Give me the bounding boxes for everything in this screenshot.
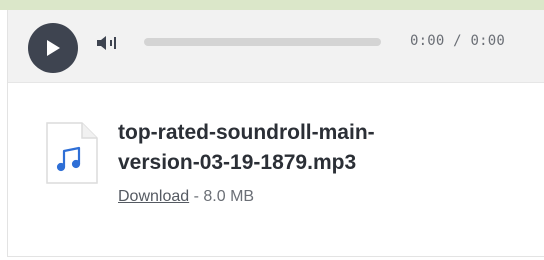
- play-button[interactable]: [28, 23, 78, 73]
- file-name-line-2: version-03-19-1879.mp3: [118, 151, 357, 174]
- top-accent-bar: [0, 0, 544, 10]
- download-link[interactable]: Download: [118, 188, 189, 205]
- attachment-card: 0:00 / 0:00 top-rated-soundroll-main- ve…: [7, 10, 544, 257]
- duration: 0:00: [470, 33, 505, 49]
- audio-player: 0:00 / 0:00: [8, 10, 544, 83]
- size-separator: -: [189, 188, 204, 205]
- volume-icon: [97, 36, 116, 50]
- time-display: 0:00 / 0:00: [410, 33, 505, 49]
- play-icon: [47, 40, 60, 56]
- current-time: 0:00: [410, 33, 445, 49]
- seek-bar[interactable]: [144, 38, 381, 46]
- music-file-icon: [46, 122, 98, 184]
- file-name: top-rated-soundroll-main- version-03-19-…: [118, 118, 528, 178]
- volume-button[interactable]: [95, 33, 121, 53]
- file-size: 8.0 MB: [203, 188, 255, 205]
- file-name-line-1: top-rated-soundroll-main-: [118, 121, 375, 144]
- file-meta: Download - 8.0 MB: [118, 188, 254, 206]
- audio-attachment: 0:00 / 0:00 top-rated-soundroll-main- ve…: [0, 0, 544, 260]
- time-separator: /: [453, 33, 462, 49]
